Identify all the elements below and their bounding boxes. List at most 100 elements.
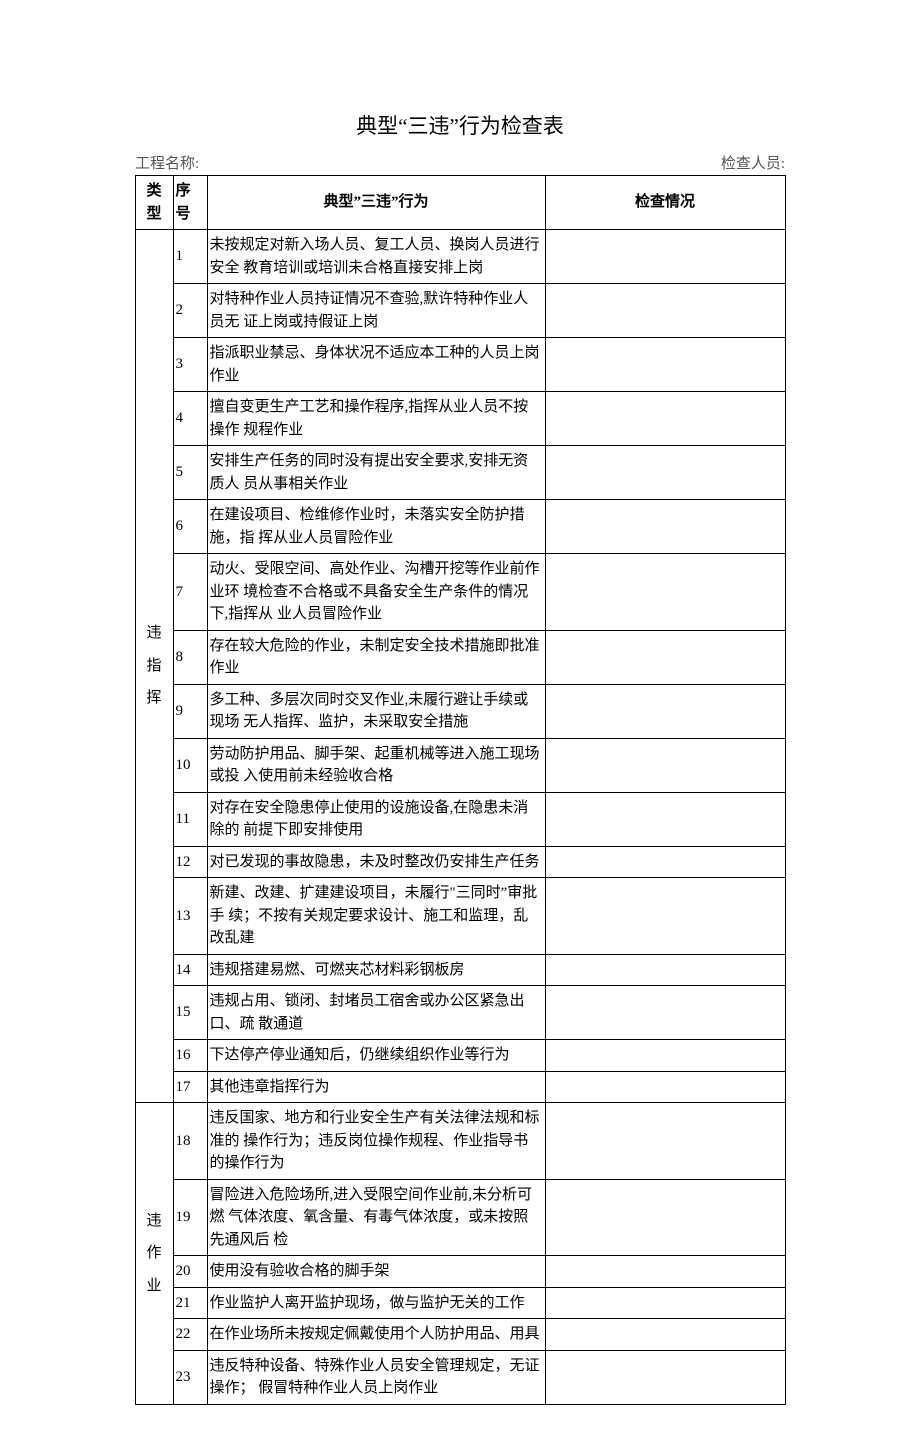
row-behavior: 对特种作业人员持证情况不查验,默许特种作业人员无 证上岗或持假证上岗 [207,284,545,338]
row-status [545,1256,785,1288]
row-index: 18 [173,1103,207,1180]
row-index: 8 [173,630,207,684]
page: 典型“三违”行为检查表 工程名称: 检查人员: 类 型 序 号 典型”三违”行为… [0,0,920,1445]
row-behavior: 违规搭建易燃、可燃夹芯材料彩钢板房 [207,954,545,986]
category-cell: 违指挥 [135,230,173,1103]
header-behavior: 典型”三违”行为 [207,176,545,230]
row-status [545,1319,785,1351]
table-row: 17其他违章指挥行为 [135,1071,785,1103]
table-row: 5安排生产任务的同时没有提出安全要求,安排无资质人 员从事相关作业 [135,446,785,500]
row-status [545,392,785,446]
inspector-label: 检查人员: [721,152,785,173]
row-index: 17 [173,1071,207,1103]
row-behavior: 指派职业禁忌、身体状况不适应本工种的人员上岗作业 [207,338,545,392]
table-row: 12对已发现的事故隐患，未及时整改仍安排生产任务 [135,846,785,878]
row-status [545,1179,785,1256]
table-row: 7动火、受限空间、高处作业、沟槽开挖等作业前作业环 境检查不合格或不具备安全生产… [135,554,785,631]
category-cell: 违作业 [135,1103,173,1405]
table-row: 19冒险进入危险场所,进入受限空间作业前,未分析可燃 气体浓度、氧含量、有毒气体… [135,1179,785,1256]
row-behavior: 违反特种设备、特殊作业人员安全管理规定，无证操作； 假冒特种作业人员上岗作业 [207,1350,545,1404]
table-row: 2对特种作业人员持证情况不查验,默许特种作业人员无 证上岗或持假证上岗 [135,284,785,338]
row-behavior: 安排生产任务的同时没有提出安全要求,安排无资质人 员从事相关作业 [207,446,545,500]
category-char: 违 [146,622,161,645]
table-row: 违作业18违反国家、地方和行业安全生产有关法律法规和标准的 操作行为；违反岗位操… [135,1103,785,1180]
table-row: 22在作业场所未按规定佩戴使用个人防护用品、用具 [135,1319,785,1351]
row-index: 21 [173,1287,207,1319]
row-index: 14 [173,954,207,986]
row-index: 16 [173,1040,207,1072]
row-index: 4 [173,392,207,446]
table-row: 13新建、改建、扩建建设项目，未履行"三同时”审批手 续；不按有关规定要求设计、… [135,878,785,955]
row-behavior: 存在较大危险的作业，未制定安全技术措施即批准作业 [207,630,545,684]
table-row: 3指派职业禁忌、身体状况不适应本工种的人员上岗作业 [135,338,785,392]
table-row: 9多工种、多层次同时交叉作业,未履行避让手续或现场 无人指挥、监护，未采取安全措… [135,684,785,738]
header-status: 检查情况 [545,176,785,230]
row-behavior: 作业监护人离开监护现场，做与监护无关的工作 [207,1287,545,1319]
row-status [545,230,785,284]
table-row: 4擅自变更生产工艺和操作程序,指挥从业人员不按操作 规程作业 [135,392,785,446]
row-status [545,554,785,631]
row-status [545,954,785,986]
row-index: 6 [173,500,207,554]
row-status [545,846,785,878]
row-index: 13 [173,878,207,955]
table-row: 10劳动防护用品、脚手架、起重机械等进入施工现场或投 入使用前未经验收合格 [135,738,785,792]
category-char: 业 [146,1275,161,1298]
row-index: 23 [173,1350,207,1404]
category-char: 违 [146,1210,161,1233]
violations-table: 类 型 序 号 典型”三违”行为 检查情况 违指挥1未按规定对新入场人员、复工人… [135,175,786,1405]
row-index: 1 [173,230,207,284]
row-status [545,500,785,554]
meta-row: 工程名称: 检查人员: [0,152,920,175]
row-behavior: 使用没有验收合格的脚手架 [207,1256,545,1288]
table-row: 23违反特种设备、特殊作业人员安全管理规定，无证操作； 假冒特种作业人员上岗作业 [135,1350,785,1404]
table-row: 6在建设项目、检维修作业时，未落实安全防护措施，指 挥从业人员冒险作业 [135,500,785,554]
row-behavior: 擅自变更生产工艺和操作程序,指挥从业人员不按操作 规程作业 [207,392,545,446]
row-behavior: 劳动防护用品、脚手架、起重机械等进入施工现场或投 入使用前未经验收合格 [207,738,545,792]
header-category: 类 型 [135,176,173,230]
row-index: 19 [173,1179,207,1256]
row-behavior: 对存在安全隐患停止使用的设施设备,在隐患未消除的 前提下即安排使用 [207,792,545,846]
row-status [545,1040,785,1072]
table-row: 11对存在安全隐患停止使用的设施设备,在隐患未消除的 前提下即安排使用 [135,792,785,846]
row-status [545,338,785,392]
row-behavior: 下达停产停业通知后，仍继续组织作业等行为 [207,1040,545,1072]
row-behavior: 在建设项目、检维修作业时，未落实安全防护措施，指 挥从业人员冒险作业 [207,500,545,554]
row-index: 5 [173,446,207,500]
row-index: 12 [173,846,207,878]
table-row: 21作业监护人离开监护现场，做与监护无关的工作 [135,1287,785,1319]
row-status [545,684,785,738]
row-behavior: 多工种、多层次同时交叉作业,未履行避让手续或现场 无人指挥、监护，未采取安全措施 [207,684,545,738]
table-row: 20使用没有验收合格的脚手架 [135,1256,785,1288]
row-behavior: 冒险进入危险场所,进入受限空间作业前,未分析可燃 气体浓度、氧含量、有毒气体浓度… [207,1179,545,1256]
table-row: 16下达停产停业通知后，仍继续组织作业等行为 [135,1040,785,1072]
row-index: 20 [173,1256,207,1288]
row-behavior: 未按规定对新入场人员、复工人员、换岗人员进行安全 教育培训或培训未合格直接安排上… [207,230,545,284]
table-header-row: 类 型 序 号 典型”三违”行为 检查情况 [135,176,785,230]
row-behavior: 在作业场所未按规定佩戴使用个人防护用品、用具 [207,1319,545,1351]
row-behavior: 其他违章指挥行为 [207,1071,545,1103]
row-index: 9 [173,684,207,738]
table-row: 15违规占用、锁闭、封堵员工宿舍或办公区紧急出口、疏 散通道 [135,986,785,1040]
row-status [545,446,785,500]
row-status [545,1287,785,1319]
row-status [545,1103,785,1180]
table-row: 14违规搭建易燃、可燃夹芯材料彩钢板房 [135,954,785,986]
row-behavior: 违反国家、地方和行业安全生产有关法律法规和标准的 操作行为；违反岗位操作规程、作… [207,1103,545,1180]
row-index: 7 [173,554,207,631]
project-label: 工程名称: [135,152,199,173]
header-index: 序 号 [173,176,207,230]
row-index: 10 [173,738,207,792]
row-status [545,1071,785,1103]
row-status [545,630,785,684]
row-status [545,986,785,1040]
row-status [545,878,785,955]
category-char: 挥 [146,687,161,710]
table-row: 8存在较大危险的作业，未制定安全技术措施即批准作业 [135,630,785,684]
row-index: 2 [173,284,207,338]
category-char: 指 [146,655,161,678]
row-status [545,738,785,792]
row-status [545,1350,785,1404]
row-index: 11 [173,792,207,846]
row-status [545,792,785,846]
